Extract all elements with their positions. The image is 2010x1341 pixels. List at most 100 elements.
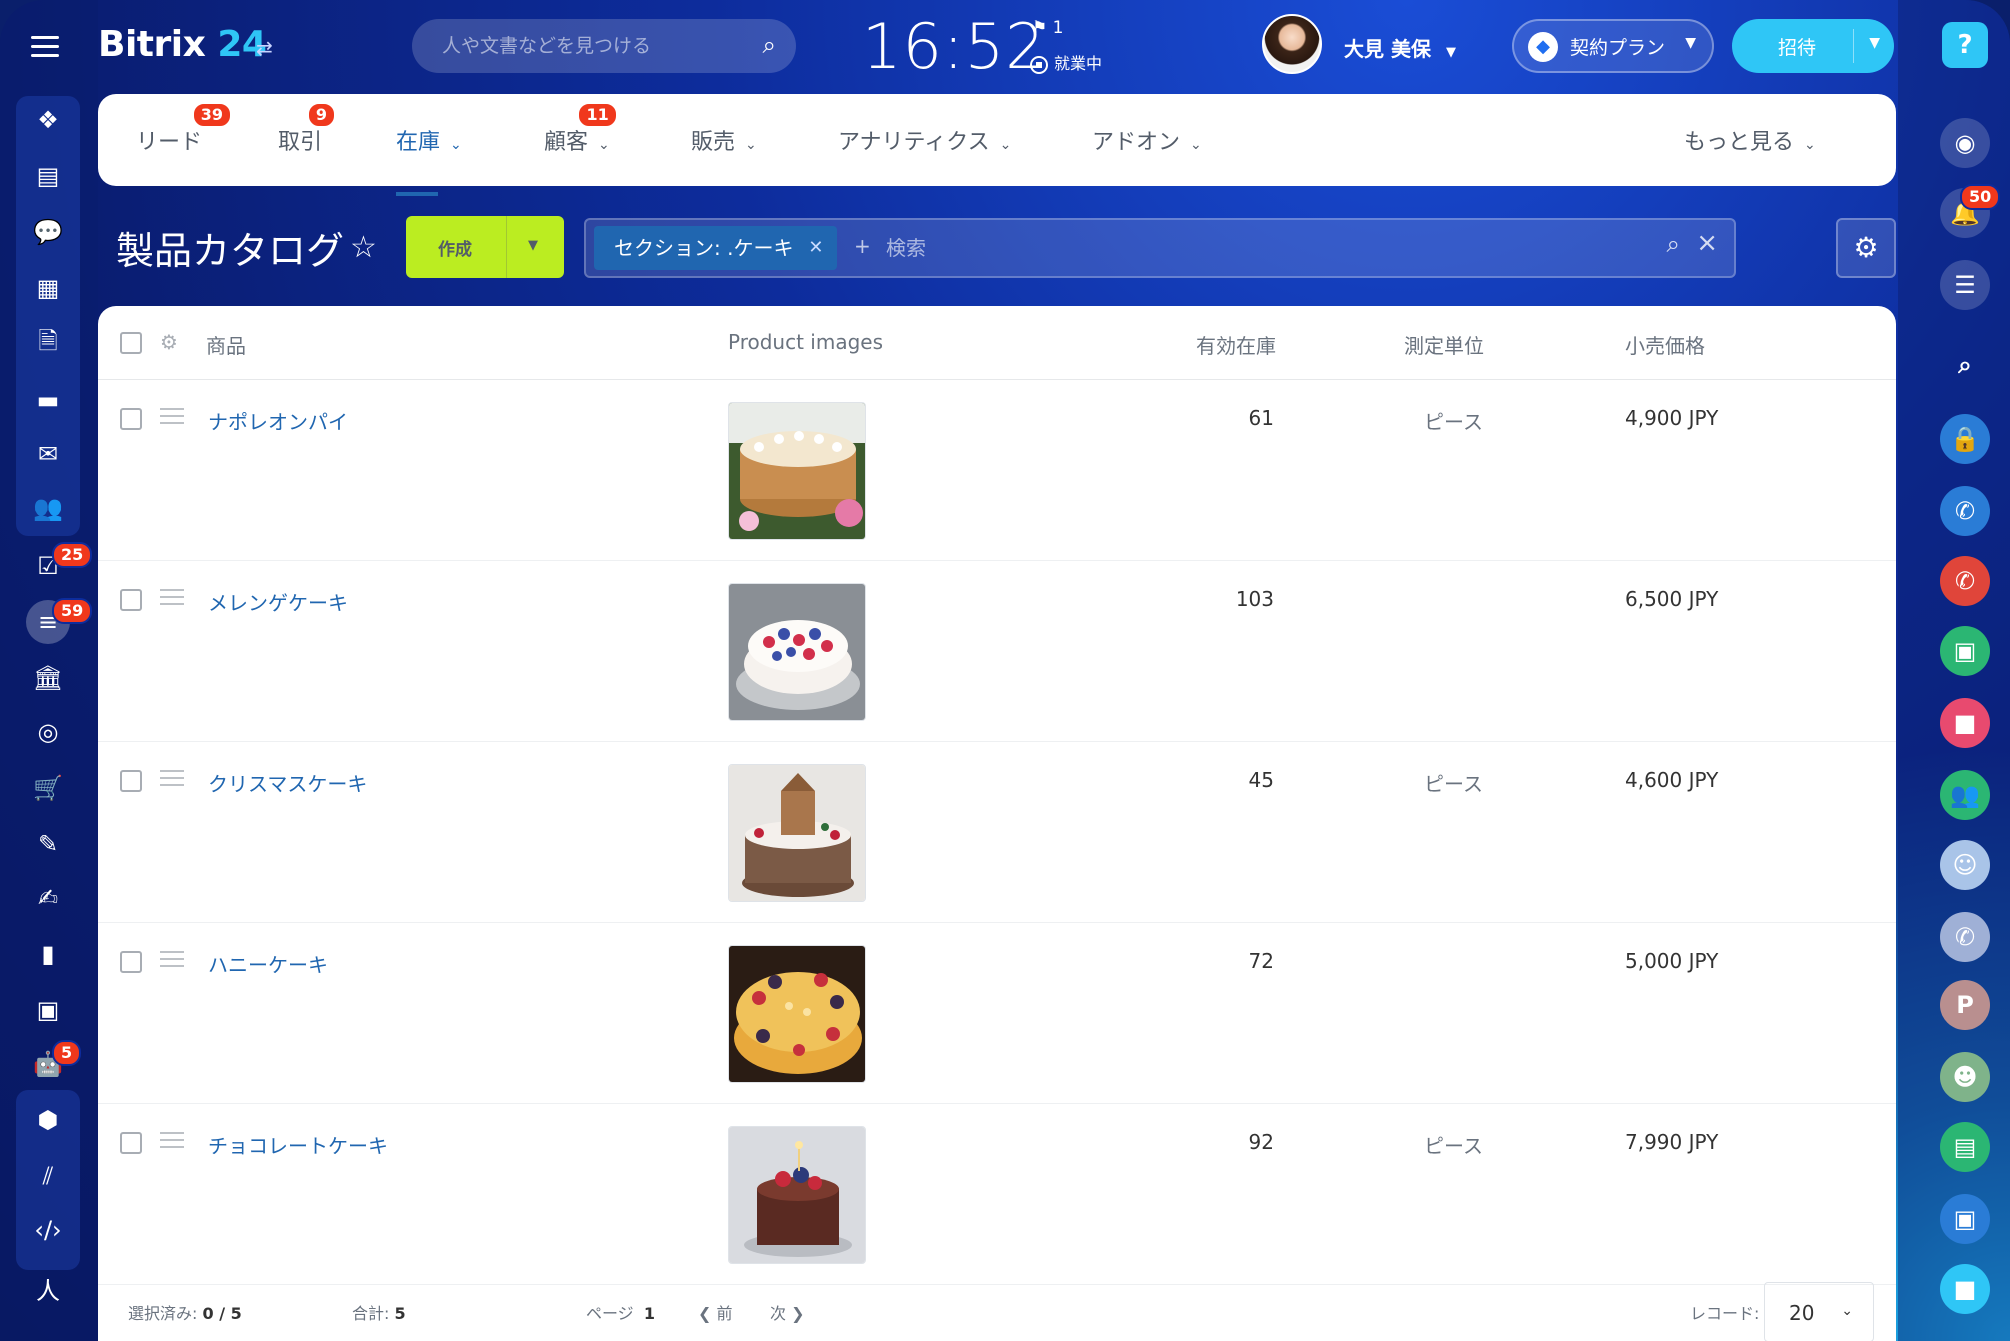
close-icon[interactable]: ✕: [808, 226, 823, 270]
copilot-icon[interactable]: ◉: [1940, 118, 1990, 168]
product-name-link[interactable]: ハニーケーキ: [208, 949, 328, 978]
column-header-stock[interactable]: 有効在庫: [1196, 330, 1276, 359]
tab-sales[interactable]: 販売 ⌄: [691, 124, 757, 156]
feed-icon[interactable]: ❖: [26, 98, 70, 142]
records-per-page-select[interactable]: 20 ⌄: [1764, 1282, 1874, 1341]
search-icon[interactable]: ⌕: [763, 31, 776, 59]
filter-chip[interactable]: セクション: .ケーキ ✕: [594, 226, 838, 270]
user-initial-avatar[interactable]: P: [1940, 980, 1990, 1030]
app-logo[interactable]: Bitrix 24: [98, 24, 267, 65]
help-icon[interactable]: ?: [1942, 22, 1988, 68]
product-image[interactable]: [728, 1126, 866, 1264]
search-icon[interactable]: ⌕: [1940, 340, 1990, 390]
people-icon[interactable]: 人: [26, 1266, 70, 1310]
table-row[interactable]: ナポレオンパイ 61 ピース 4,900 JPY: [98, 380, 1896, 561]
page-value[interactable]: 1: [644, 1304, 655, 1323]
search-icon[interactable]: ⌕: [1667, 230, 1680, 258]
contracts-icon[interactable]: ✎: [26, 822, 70, 866]
contact-card-icon[interactable]: ▣: [1940, 1194, 1990, 1244]
drive-icon[interactable]: ▬: [26, 378, 70, 422]
plan-button[interactable]: ◆ 契約プラン ▼: [1512, 19, 1714, 73]
table-row[interactable]: メレンゲケーキ 103 6,500 JPY: [98, 561, 1896, 742]
row-checkbox[interactable]: [120, 951, 142, 973]
lock-icon[interactable]: 🔒: [1940, 414, 1990, 464]
clock[interactable]: 16:52: [862, 10, 1046, 83]
column-header-price[interactable]: 小売価格: [1625, 330, 1705, 359]
inventory-box-icon[interactable]: ⬢: [26, 1098, 70, 1142]
star-icon[interactable]: ☆: [350, 230, 377, 265]
column-header-unit[interactable]: 測定単位: [1404, 330, 1484, 359]
product-image[interactable]: [728, 402, 866, 540]
drag-handle-icon[interactable]: [160, 770, 184, 791]
group-icon[interactable]: 👥: [1940, 770, 1990, 820]
product-name-link[interactable]: クリスマスケーキ: [208, 768, 367, 797]
filter-bar[interactable]: セクション: .ケーキ ✕ + ⌕ ×: [584, 218, 1736, 278]
row-checkbox[interactable]: [120, 770, 142, 792]
contact-card-icon[interactable]: ▣: [1940, 626, 1990, 676]
note-icon[interactable]: ▤: [1940, 1122, 1990, 1172]
next-page-button[interactable]: 次 ❯: [770, 1300, 805, 1324]
contact-card-icon[interactable]: ▣: [26, 988, 70, 1032]
user-menu[interactable]: 大見 美保 ▼: [1344, 33, 1456, 62]
tab-leads[interactable]: リード 39: [136, 102, 233, 156]
messenger-icon[interactable]: ▤: [26, 154, 70, 198]
video-icon[interactable]: ■: [1940, 698, 1990, 748]
row-checkbox[interactable]: [120, 408, 142, 430]
product-image[interactable]: [728, 945, 866, 1083]
documents-icon[interactable]: 🗎: [26, 322, 70, 366]
messages-icon[interactable]: ☰: [1940, 260, 1990, 310]
tab-customers[interactable]: 顧客 ⌄ 11: [544, 102, 618, 156]
user-avatar[interactable]: [1262, 14, 1322, 74]
drag-handle-icon[interactable]: [160, 408, 184, 429]
global-search[interactable]: ⌕: [412, 19, 796, 73]
row-checkbox[interactable]: [120, 589, 142, 611]
phone-icon[interactable]: ✆: [1940, 486, 1990, 536]
developer-icon[interactable]: ‹/›: [26, 1208, 70, 1252]
logo-settings-icon[interactable]: ⇄: [256, 36, 273, 60]
tab-deals[interactable]: 取引 9: [278, 102, 337, 156]
table-row[interactable]: クリスマスケーキ 45 ピース 4,600 JPY: [98, 742, 1896, 923]
video-icon[interactable]: ■: [1940, 1264, 1990, 1314]
filter-search-input[interactable]: [886, 232, 1546, 264]
gear-icon[interactable]: ⚙: [1836, 218, 1896, 278]
contact-avatar-icon[interactable]: ☻: [1940, 1052, 1990, 1102]
target-icon[interactable]: ◎: [26, 710, 70, 754]
chevron-down-icon[interactable]: ▼: [528, 238, 538, 253]
calendar-icon[interactable]: ▦: [26, 266, 70, 310]
chat-icon[interactable]: 💬: [26, 210, 70, 254]
product-image[interactable]: [728, 583, 866, 721]
table-row[interactable]: ハニーケーキ 72 5,000 JPY: [98, 923, 1896, 1104]
flag-counter[interactable]: ⚑ 1: [1032, 18, 1063, 38]
invite-button[interactable]: 招待 ▼: [1732, 19, 1894, 73]
drag-handle-icon[interactable]: [160, 1132, 184, 1153]
contact-avatar-icon[interactable]: ☺: [1940, 840, 1990, 890]
groups-icon[interactable]: 👥: [26, 486, 70, 530]
product-image[interactable]: [728, 764, 866, 902]
close-icon[interactable]: ×: [1696, 228, 1718, 258]
product-name-link[interactable]: ナポレオンパイ: [208, 406, 348, 435]
tab-analytics[interactable]: アナリティクス ⌄: [838, 124, 1011, 156]
tab-inventory[interactable]: 在庫 ⌄: [396, 124, 462, 196]
analytics-icon[interactable]: ▮: [26, 932, 70, 976]
tab-more[interactable]: もっと見る ⌄: [1684, 124, 1816, 156]
market-icon[interactable]: ⫽: [26, 1154, 70, 1198]
chevron-down-icon[interactable]: ▼: [1869, 35, 1880, 51]
mail-icon[interactable]: ✉: [26, 432, 70, 476]
tab-addons[interactable]: アドオン ⌄: [1092, 124, 1202, 156]
product-name-link[interactable]: チョコレートケーキ: [208, 1130, 388, 1159]
company-icon[interactable]: 🏛: [26, 656, 70, 700]
select-all-checkbox[interactable]: [120, 332, 142, 354]
column-header-images[interactable]: Product images: [728, 330, 883, 354]
phone-missed-icon[interactable]: ✆: [1940, 556, 1990, 606]
menu-icon[interactable]: [31, 36, 59, 57]
table-row[interactable]: チョコレートケーキ 92 ピース 7,990 JPY: [98, 1104, 1896, 1285]
product-name-link[interactable]: メレンゲケーキ: [208, 587, 348, 616]
work-status[interactable]: 就業中: [1030, 50, 1102, 74]
sign-icon[interactable]: ✍: [26, 876, 70, 920]
column-header-product[interactable]: 商品: [206, 330, 246, 359]
create-button[interactable]: 作成 ▼: [406, 216, 564, 278]
cart-icon[interactable]: 🛒: [26, 766, 70, 810]
row-checkbox[interactable]: [120, 1132, 142, 1154]
drag-handle-icon[interactable]: [160, 951, 184, 972]
drag-handle-icon[interactable]: [160, 589, 184, 610]
